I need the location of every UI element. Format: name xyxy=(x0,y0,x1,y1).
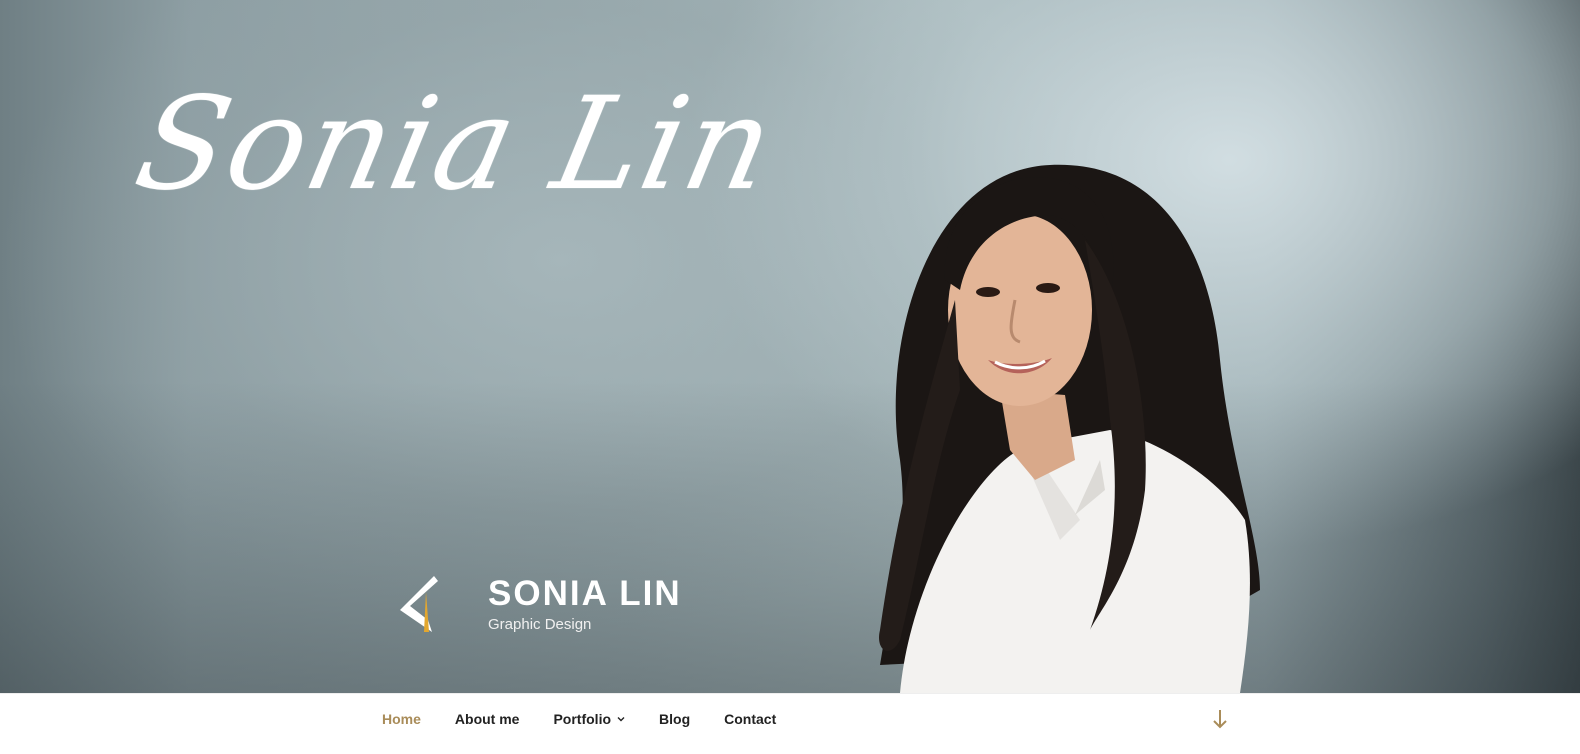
nav-item-label[interactable]: Portfolio xyxy=(553,711,611,727)
stylized-triangle-logo-icon[interactable] xyxy=(398,574,440,634)
nav-menu: Home About me Portfolio Blog Contact xyxy=(382,694,810,744)
portrait-image xyxy=(879,164,1260,693)
nav-item-label[interactable]: Contact xyxy=(724,711,776,727)
arrow-down-icon[interactable] xyxy=(1212,708,1228,730)
nav-item-home[interactable]: Home xyxy=(382,711,421,727)
site-title[interactable]: SONIA LIN xyxy=(488,574,682,614)
main-navigation: Home About me Portfolio Blog Contact xyxy=(0,693,1580,754)
signature-title: Sonia Lin xyxy=(124,70,788,219)
nav-item-contact[interactable]: Contact xyxy=(724,711,776,727)
nav-item-about-me[interactable]: About me xyxy=(455,711,520,727)
nav-item-label[interactable]: Blog xyxy=(659,711,690,727)
site-branding[interactable]: SONIA LIN Graphic Design xyxy=(398,572,718,642)
nav-item-portfolio[interactable]: Portfolio xyxy=(553,711,625,727)
chevron-down-icon[interactable] xyxy=(617,715,625,723)
hero-header: Sonia Lin SONIA LIN Graphic Design xyxy=(0,0,1580,693)
nav-item-label[interactable]: About me xyxy=(455,711,520,727)
nav-item-blog[interactable]: Blog xyxy=(659,711,690,727)
site-tagline: Graphic Design xyxy=(488,616,592,633)
page: Sonia Lin SONIA LIN Graphic Design Home … xyxy=(0,0,1580,754)
nav-item-label[interactable]: Home xyxy=(382,711,421,727)
